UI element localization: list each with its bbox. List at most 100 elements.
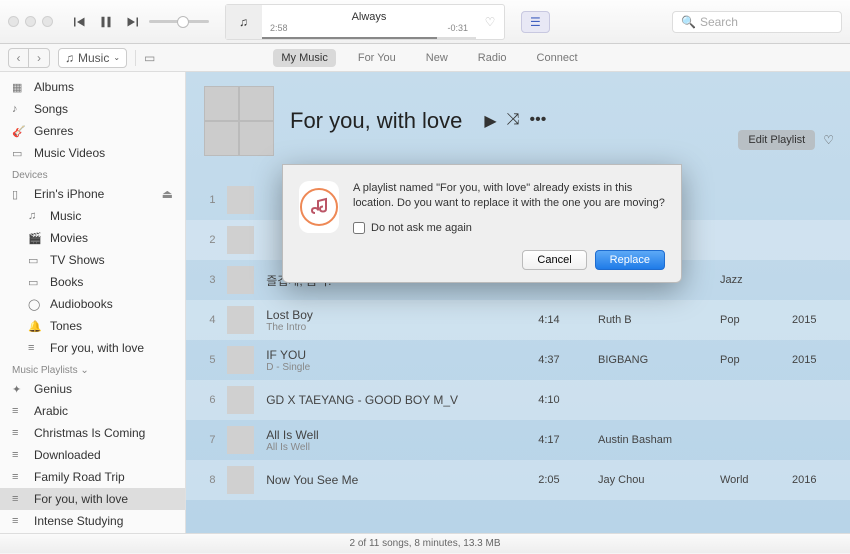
- search-placeholder: Search: [700, 15, 738, 29]
- track-artwork: [227, 386, 254, 414]
- search-input[interactable]: 🔍 Search: [672, 11, 842, 33]
- edit-playlist-button[interactable]: Edit Playlist: [738, 130, 815, 150]
- list-view-button[interactable]: ☰: [521, 11, 550, 33]
- track-artist: Ruth B: [598, 314, 708, 326]
- track-title: GD X TAEYANG - GOOD BOY M_V: [266, 393, 526, 407]
- heart-icon[interactable]: ♡: [476, 5, 504, 39]
- tab-new[interactable]: New: [418, 49, 456, 67]
- sidebar-item-music-videos[interactable]: ▭Music Videos: [0, 142, 185, 164]
- track-artwork: [227, 266, 254, 294]
- heart-icon[interactable]: ♡: [823, 133, 834, 147]
- track-artwork: [227, 186, 254, 214]
- track-title: IF YOU: [266, 348, 526, 362]
- sidebar-playlist-selected[interactable]: ≡For you, with love: [0, 488, 185, 510]
- tab-for-you[interactable]: For You: [350, 49, 404, 67]
- track-number: 2: [204, 234, 215, 246]
- dont-ask-checkbox[interactable]: Do not ask me again: [353, 222, 665, 234]
- sidebar-playlist[interactable]: ≡Arabic: [0, 400, 185, 422]
- tones-icon: 🔔: [28, 320, 42, 333]
- back-icon[interactable]: ‹: [9, 49, 29, 67]
- track-artist: BIGBANG: [598, 354, 708, 366]
- track-artist: Austin Basham: [598, 434, 708, 446]
- track-artwork: [227, 346, 254, 374]
- track-subtitle: D - Single: [266, 362, 526, 373]
- sidebar-device-tvshows[interactable]: ▭TV Shows: [0, 249, 185, 271]
- cancel-button[interactable]: Cancel: [522, 250, 586, 270]
- track-number: 4: [204, 314, 215, 326]
- track-row[interactable]: 4Lost BoyThe Intro4:14Ruth BPop2015: [186, 300, 850, 340]
- confirm-dialog: A playlist named "For you, with love" al…: [282, 164, 682, 283]
- volume-slider[interactable]: [149, 20, 209, 23]
- play-icon[interactable]: ▶: [484, 111, 496, 131]
- track-artwork: [227, 306, 254, 334]
- track-year: 2015: [792, 314, 832, 326]
- sidebar-device[interactable]: ▯Erin's iPhone⏏: [0, 183, 185, 205]
- track-row[interactable]: 8Now You See Me2:05Jay ChouWorld2016: [186, 460, 850, 500]
- sidebar-item-albums[interactable]: ▦Albums: [0, 76, 185, 98]
- audiobooks-icon: ◯: [28, 298, 42, 311]
- track-number: 1: [204, 194, 215, 206]
- sidebar-playlist-genius[interactable]: ✦Genius: [0, 378, 185, 400]
- tab-connect[interactable]: Connect: [529, 49, 586, 67]
- track-title: Lost Boy: [266, 308, 526, 322]
- device-icon[interactable]: ▭: [144, 51, 155, 65]
- prev-icon[interactable]: [71, 13, 89, 31]
- sidebar-device-playlist[interactable]: ≡For you, with love: [0, 337, 185, 359]
- sidebar-device-music[interactable]: ♫Music: [0, 205, 185, 227]
- playlist-icon: ≡: [12, 405, 26, 417]
- sidebar-device-books[interactable]: ▭Books: [0, 271, 185, 293]
- track-row[interactable]: 7All Is WellAll Is Well4:17Austin Basham: [186, 420, 850, 460]
- track-genre: Pop: [720, 354, 780, 366]
- books-icon: ▭: [28, 276, 42, 289]
- tv-icon: ▭: [28, 254, 42, 267]
- elapsed-time: 2:58: [270, 23, 288, 33]
- forward-icon[interactable]: ›: [29, 49, 49, 67]
- more-icon[interactable]: •••: [530, 111, 547, 131]
- sidebar-playlist[interactable]: ≡Downloaded: [0, 444, 185, 466]
- progress-bar[interactable]: [262, 37, 476, 39]
- playlist-icon: ≡: [12, 493, 26, 505]
- sidebar-item-genres[interactable]: 🎸Genres: [0, 120, 185, 142]
- now-playing-title: Always: [270, 11, 468, 23]
- sidebar-playlist[interactable]: ≡Family Road Trip: [0, 466, 185, 488]
- shuffle-icon[interactable]: ⤨: [507, 111, 520, 131]
- tab-radio[interactable]: Radio: [470, 49, 515, 67]
- track-genre: Pop: [720, 314, 780, 326]
- playlist-artwork: [204, 86, 274, 156]
- playback-controls: [71, 13, 209, 31]
- track-artwork: [227, 426, 254, 454]
- main-tabs: My Music For You New Radio Connect: [273, 49, 585, 67]
- playlist-icon: ≡: [12, 427, 26, 439]
- pause-icon[interactable]: [97, 13, 115, 31]
- window-controls[interactable]: [8, 16, 53, 27]
- sidebar-playlist[interactable]: ≡Intense Studying: [0, 510, 185, 532]
- track-row[interactable]: 6GD X TAEYANG - GOOD BOY M_V4:10: [186, 380, 850, 420]
- tab-my-music[interactable]: My Music: [273, 49, 335, 67]
- sidebar-device-movies[interactable]: 🎬Movies: [0, 227, 185, 249]
- video-icon: ▭: [12, 147, 26, 160]
- replace-button[interactable]: Replace: [595, 250, 665, 270]
- remaining-time: -0:31: [447, 23, 468, 33]
- track-genre: Jazz: [720, 274, 780, 286]
- playlists-header: Music Playlists ⌄: [0, 359, 185, 378]
- track-number: 5: [204, 354, 215, 366]
- albums-icon: ▦: [12, 81, 26, 94]
- track-row[interactable]: 5IF YOUD - Single4:37BIGBANGPop2015: [186, 340, 850, 380]
- phone-icon: ▯: [12, 188, 26, 201]
- playlist-icon: ≡: [12, 471, 26, 483]
- library-selector[interactable]: ♫Music⌄: [58, 48, 127, 68]
- nav-arrows[interactable]: ‹›: [8, 48, 50, 68]
- next-icon[interactable]: [123, 13, 141, 31]
- sidebar-device-audiobooks[interactable]: ◯Audiobooks: [0, 293, 185, 315]
- playlist-icon: ≡: [12, 449, 26, 461]
- playlist-icon: ≡: [12, 515, 26, 527]
- track-duration: 2:05: [538, 474, 586, 486]
- sidebar-device-tones[interactable]: 🔔Tones: [0, 315, 185, 337]
- sidebar-playlist[interactable]: ≡Christmas Is Coming: [0, 422, 185, 444]
- eject-icon[interactable]: ⏏: [162, 187, 173, 201]
- chevron-down-icon[interactable]: ⌄: [80, 365, 88, 376]
- track-year: 2016: [792, 474, 832, 486]
- sidebar-item-songs[interactable]: ♪Songs: [0, 98, 185, 120]
- now-playing: ♫ Always 2:58-0:31 ♡: [225, 4, 505, 40]
- track-artwork: [227, 226, 254, 254]
